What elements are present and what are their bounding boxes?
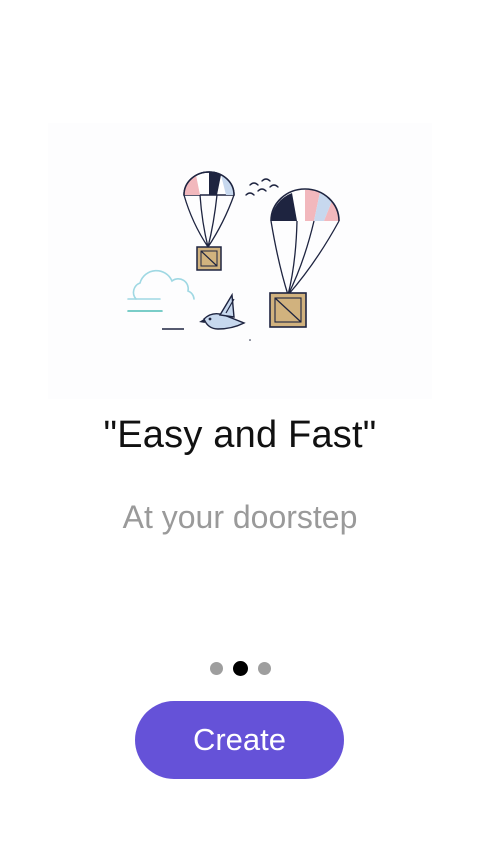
page-indicator-dot-2-active[interactable] (232, 661, 248, 676)
page-indicator-dot-3[interactable] (257, 662, 271, 675)
cloud-icon (127, 269, 195, 312)
large-parachute-icon (269, 188, 340, 328)
page-indicator-dot-1[interactable] (209, 662, 223, 675)
create-button[interactable]: Create (135, 701, 344, 779)
onboarding-illustration (48, 123, 432, 399)
page-indicator (0, 661, 480, 676)
small-parachute-icon (183, 171, 235, 271)
birds-icon (245, 178, 279, 196)
parachute-delivery-illustration (127, 171, 340, 341)
onboarding-subtitle: At your doorstep (122, 499, 358, 535)
bird-icon (199, 292, 246, 330)
onboarding-title: "Easy and Fast" (103, 414, 377, 456)
